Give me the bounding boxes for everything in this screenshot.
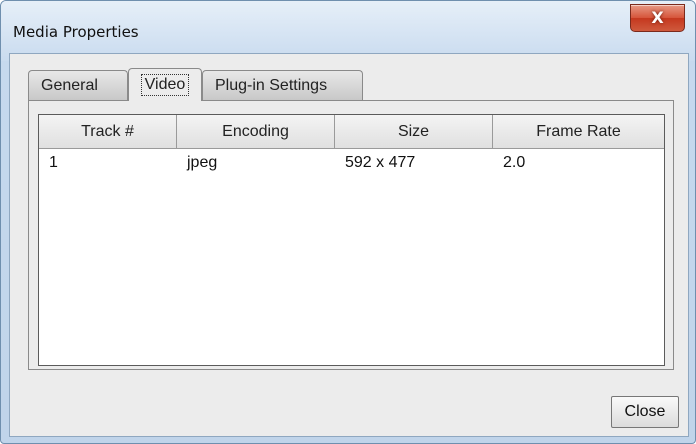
column-header-track[interactable]: Track # [39, 115, 177, 149]
title-bar[interactable]: Media Properties X [1, 1, 695, 61]
tab-video[interactable]: Video [128, 68, 202, 101]
window-close-icon[interactable]: X [630, 4, 685, 32]
close-button[interactable]: Close [611, 396, 679, 428]
table-row[interactable]: 1 jpeg 592 x 477 2.0 [39, 149, 664, 179]
dialog-client-area: General Video Plug-in Settings Track # E… [9, 53, 689, 437]
window-title: Media Properties [13, 23, 139, 41]
media-properties-window: Media Properties X General Video Plug-in… [0, 0, 696, 444]
column-header-frame-rate[interactable]: Frame Rate [493, 115, 664, 149]
cell-frame-rate: 2.0 [503, 154, 526, 171]
tab-general[interactable]: General [28, 70, 128, 100]
video-tab-panel: Track # Encoding Size Frame Rate 1 jpeg … [28, 100, 674, 370]
cell-track: 1 [49, 154, 58, 171]
cell-encoding: jpeg [187, 154, 218, 171]
video-tracks-table: Track # Encoding Size Frame Rate 1 jpeg … [38, 114, 665, 366]
tab-video-label: Video [140, 74, 190, 96]
column-header-encoding[interactable]: Encoding [177, 115, 335, 149]
column-header-size[interactable]: Size [335, 115, 493, 149]
cell-size: 592 x 477 [345, 154, 416, 171]
tab-plugin-settings[interactable]: Plug-in Settings [202, 70, 363, 100]
table-header: Track # Encoding Size Frame Rate [39, 115, 664, 149]
